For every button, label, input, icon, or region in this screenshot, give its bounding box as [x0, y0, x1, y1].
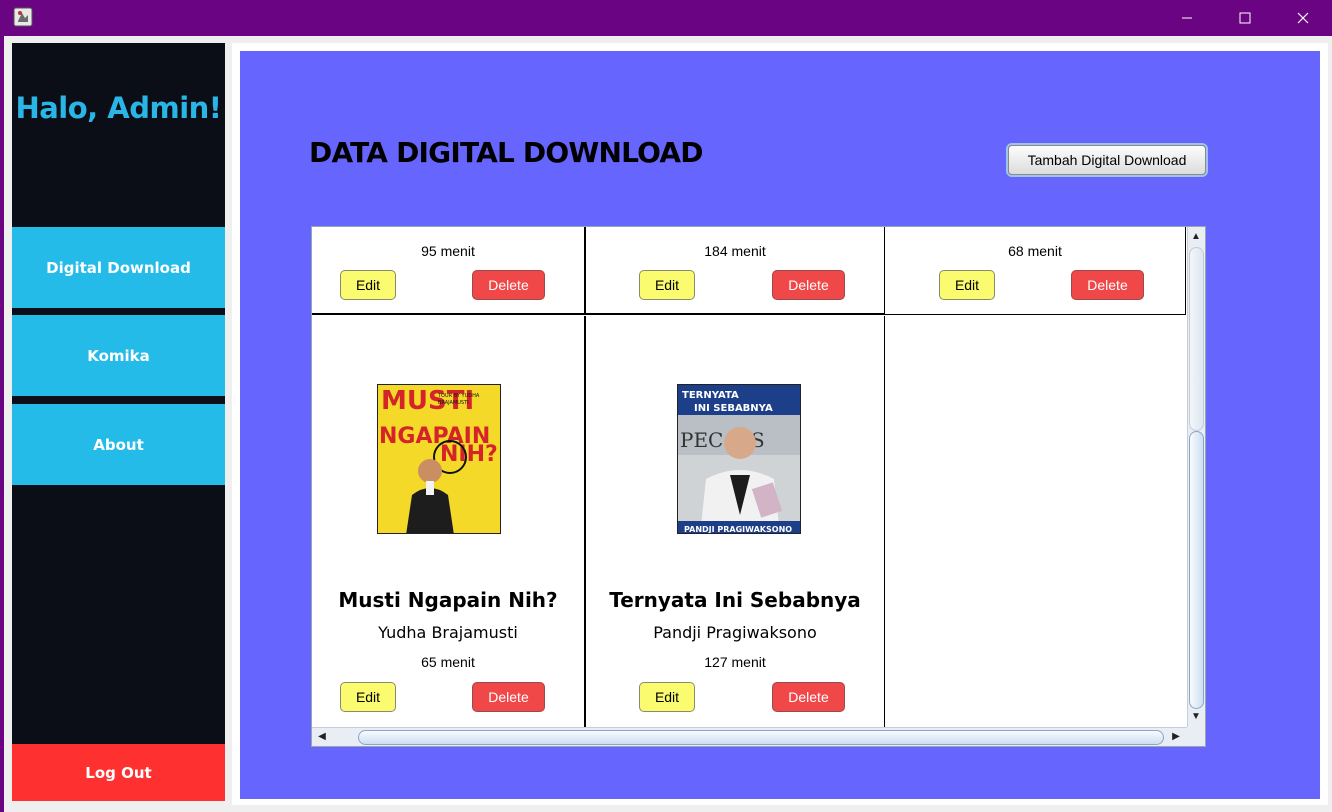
edit-button[interactable]: Edit: [340, 682, 396, 712]
logout-button[interactable]: Log Out: [12, 744, 225, 801]
horizontal-scroll-thumb[interactable]: [358, 730, 1164, 745]
sidebar-item-label: Digital Download: [46, 258, 191, 277]
delete-button[interactable]: Delete: [472, 682, 545, 712]
horizontal-scrollbar[interactable]: ◀ ▶: [312, 727, 1187, 746]
svg-text:PANDJI PRAGIWAKSONO: PANDJI PRAGIWAKSONO: [684, 525, 792, 534]
svg-text:NIH?: NIH?: [440, 442, 498, 467]
card: TERNYATA INI SEBABNYA PEC ISS PANDJI PRA…: [586, 316, 885, 727]
vertical-scrollbar[interactable]: ▲ ▼: [1187, 227, 1205, 727]
card: 95 menit Edit Delete: [312, 227, 586, 315]
greeting-text: Halo, Admin!: [15, 91, 222, 125]
cards-scroll-pane[interactable]: 95 menit Edit Delete 184 menit Edit Dele…: [311, 226, 1206, 747]
cover-image: MUSTI TOUR BY YUDHA BRAJAMUSTI NGAPAIN N…: [377, 384, 501, 534]
card-duration: 68 menit: [1008, 243, 1062, 259]
empty-card-slot: [885, 316, 1186, 727]
close-icon: [1297, 12, 1309, 24]
scroll-left-icon[interactable]: ◀: [314, 729, 330, 745]
sidebar-item-komika[interactable]: Komika: [12, 315, 225, 396]
edit-button[interactable]: Edit: [939, 270, 995, 300]
sidebar: Halo, Admin! Digital Download Komika Abo…: [12, 43, 225, 801]
card: 184 menit Edit Delete: [586, 227, 885, 315]
edit-button[interactable]: Edit: [639, 270, 695, 300]
card: MUSTI TOUR BY YUDHA BRAJAMUSTI NGAPAIN N…: [312, 316, 586, 727]
scroll-up-icon[interactable]: ▲: [1188, 229, 1204, 245]
card-title: Musti Ngapain Nih?: [338, 588, 558, 612]
maximize-button[interactable]: [1216, 0, 1274, 36]
scroll-corner: [1187, 727, 1205, 746]
sidebar-item-digital-download[interactable]: Digital Download: [12, 227, 225, 308]
add-digital-download-button[interactable]: Tambah Digital Download: [1008, 145, 1206, 175]
svg-text:BRAJAMUSTI: BRAJAMUSTI: [438, 400, 469, 406]
java-app-icon: [13, 7, 33, 27]
maximize-icon: [1239, 12, 1251, 24]
vertical-scroll-thumb[interactable]: [1189, 431, 1204, 709]
card-duration: 65 menit: [421, 654, 475, 670]
card-duration: 127 menit: [704, 654, 766, 670]
delete-button[interactable]: Delete: [472, 270, 545, 300]
svg-text:TERNYATA: TERNYATA: [682, 390, 739, 401]
title-bar: [0, 0, 1332, 36]
delete-button[interactable]: Delete: [1071, 270, 1144, 300]
card: 68 menit Edit Delete: [885, 227, 1186, 315]
sidebar-item-label: Komika: [87, 346, 150, 365]
svg-text:TOUR BY YUDHA: TOUR BY YUDHA: [437, 393, 480, 399]
card-author: Pandji Pragiwaksono: [653, 623, 817, 642]
scroll-down-icon[interactable]: ▼: [1188, 709, 1204, 725]
minimize-button[interactable]: [1158, 0, 1216, 36]
cards-viewport: 95 menit Edit Delete 184 menit Edit Dele…: [312, 227, 1186, 727]
delete-button[interactable]: Delete: [772, 270, 845, 300]
card-duration: 184 menit: [704, 243, 766, 259]
scroll-track: [1189, 247, 1204, 431]
card-author: Yudha Brajamusti: [378, 623, 518, 642]
logout-label: Log Out: [85, 763, 152, 782]
delete-button[interactable]: Delete: [772, 682, 845, 712]
sidebar-item-about[interactable]: About: [12, 404, 225, 485]
page-title: DATA DIGITAL DOWNLOAD: [309, 136, 704, 169]
card-duration: 95 menit: [421, 243, 475, 259]
edit-button[interactable]: Edit: [340, 270, 396, 300]
scroll-right-icon[interactable]: ▶: [1168, 729, 1184, 745]
minimize-icon: [1182, 17, 1192, 19]
sidebar-item-label: About: [93, 435, 144, 454]
close-button[interactable]: [1274, 0, 1332, 36]
card-title: Ternyata Ini Sebabnya: [609, 588, 861, 612]
svg-text:INI SEBABNYA: INI SEBABNYA: [694, 403, 773, 414]
cover-image: TERNYATA INI SEBABNYA PEC ISS PANDJI PRA…: [677, 384, 801, 534]
edit-button[interactable]: Edit: [639, 682, 695, 712]
